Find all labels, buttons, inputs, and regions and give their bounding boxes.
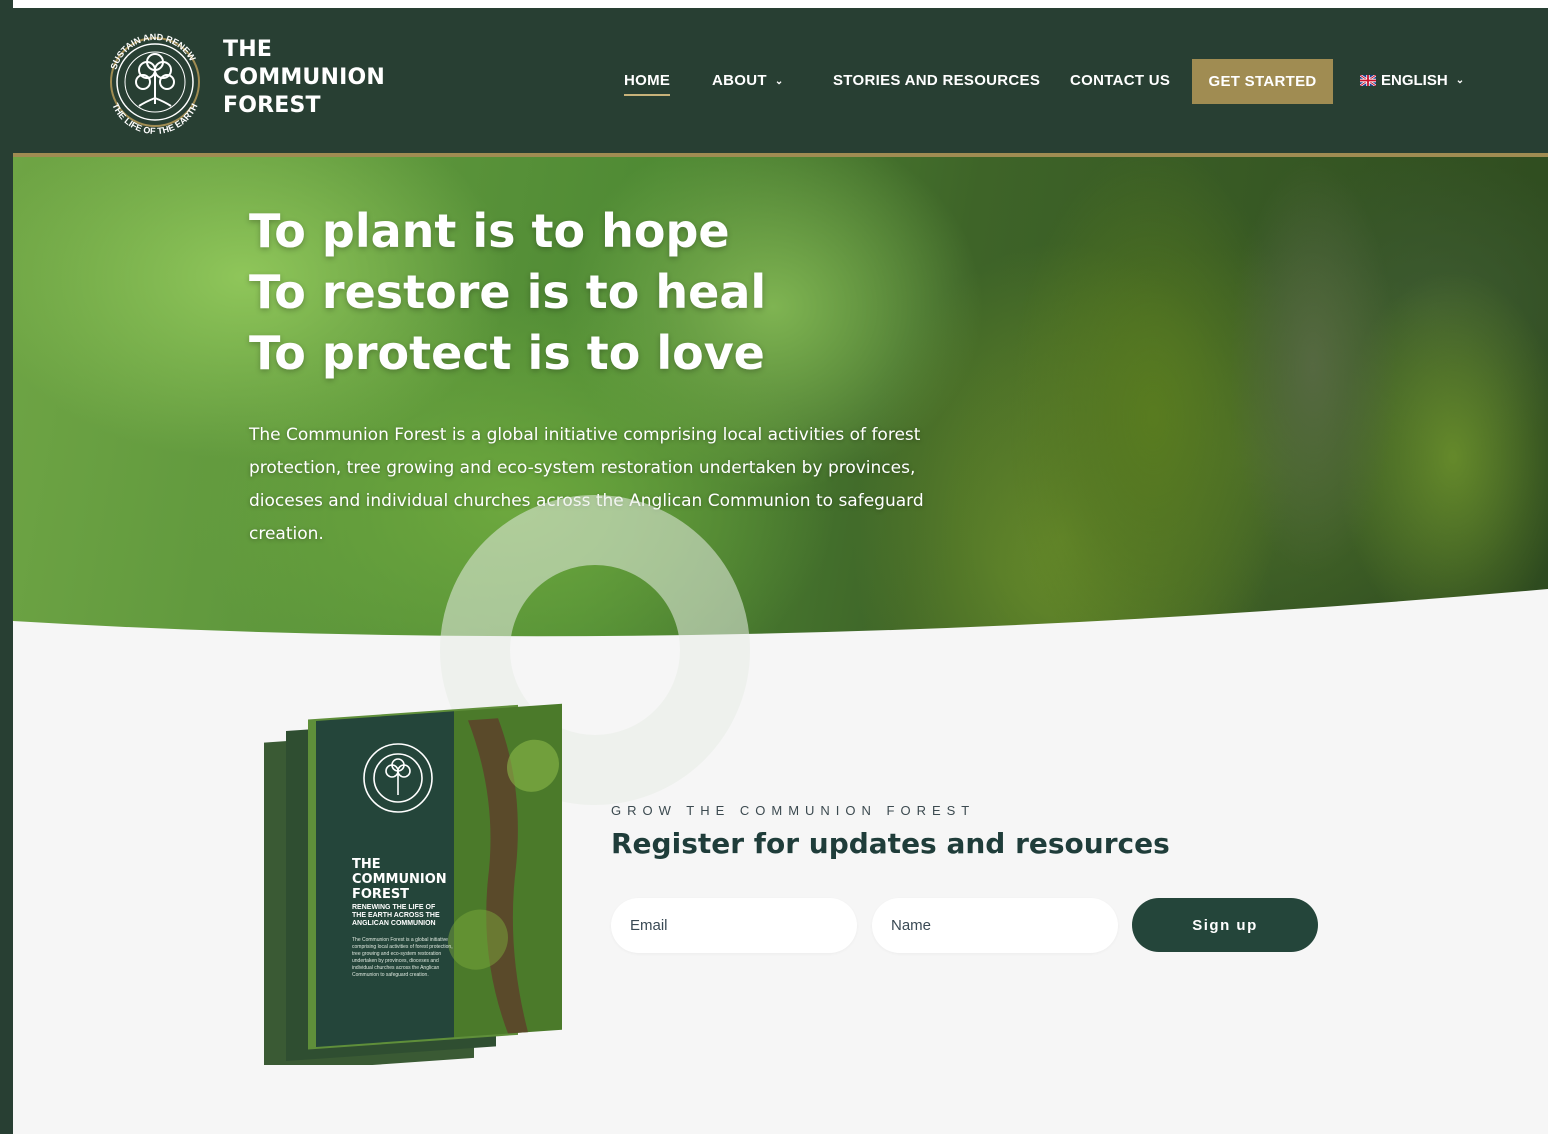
get-started-button[interactable]: GET STARTED [1192,59,1333,104]
hero-banner: To plant is to hope To restore is to hea… [13,157,1548,637]
name-field[interactable] [872,898,1118,953]
hero-title-line: To restore is to heal [249,265,767,319]
chevron-down-icon: ⌄ [774,75,784,87]
hero-title-line: To plant is to hope [249,204,730,258]
nav-about-label: ABOUT [712,72,767,89]
chevron-down-icon: ⌄ [1455,75,1465,86]
hero-background-image [893,157,1548,637]
nav-stories-and-resources[interactable]: STORIES AND RESOURCES [833,72,1040,89]
hero-title-line: To protect is to love [249,326,765,380]
uk-flag-icon [1360,75,1376,86]
nav-home[interactable]: HOME [624,72,671,96]
language-selector[interactable]: ENGLISH ⌄ [1360,72,1464,89]
sign-up-button[interactable]: Sign up [1132,898,1318,952]
hero-wave-divider [13,589,1548,645]
language-label: ENGLISH [1381,72,1448,89]
nav-contact-us[interactable]: CONTACT US [1070,72,1170,89]
site-header: SUSTAIN AND RENEW THE LIFE OF THE EARTH … [13,10,1548,157]
brochure-subtitle: RENEWING THE LIFE OF THE EARTH ACROSS TH… [352,904,440,927]
window-frame-top [13,0,1548,10]
hero-title: To plant is to hope To restore is to hea… [249,201,766,384]
brochure-title: THE COMMUNION FOREST [352,857,447,902]
signup-heading: Register for updates and resources [611,827,1170,860]
nav-about[interactable]: ABOUT ⌄ [712,72,784,89]
main-nav: HOME ABOUT ⌄ STORIES AND RESOURCES CONTAC… [13,10,1548,153]
signup-eyebrow: GROW THE COMMUNION FOREST [611,803,976,818]
window-frame-left [0,0,13,1134]
brochure-body: The Communion Forest is a global initiat… [352,937,453,978]
email-field[interactable] [611,898,857,953]
